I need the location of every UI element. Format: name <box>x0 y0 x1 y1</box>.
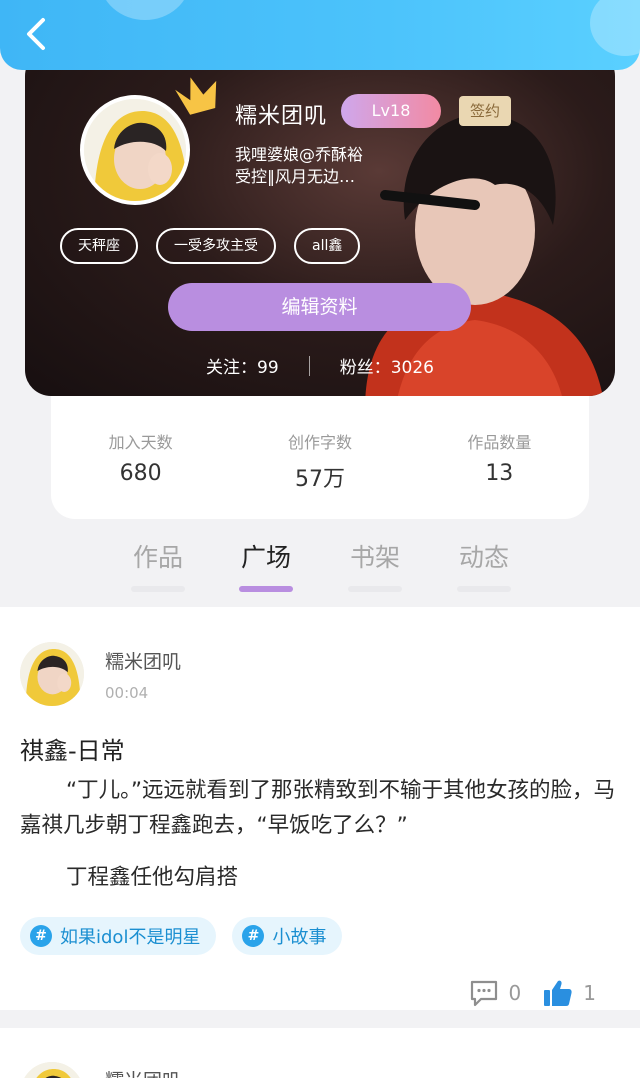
post-author[interactable]: 糯米团叽 <box>105 1066 181 1078</box>
bio-line: 我哩婆娘@乔酥裕 <box>235 145 364 164</box>
tab-label: 动态 <box>458 543 509 572</box>
post-author[interactable]: 糯米团叽 <box>105 647 181 674</box>
avatar[interactable] <box>20 642 84 706</box>
stat-value: 13 <box>485 461 514 486</box>
topic-label: 如果idol不是明星 <box>60 927 201 948</box>
post-body: “丁儿。”远远就看到了那张精致到不输于其他女孩的脸，马嘉祺几步朝丁程鑫跑去，“早… <box>20 778 616 838</box>
decor-bubble <box>590 0 640 56</box>
profile-header-card: 糯米团叽 Lv18 签约 我哩婆娘@乔酥裕 受控‖风月无边… 天秤座 一受多攻主… <box>25 50 615 396</box>
following-count[interactable]: 关注：99 <box>206 353 279 378</box>
tab-square[interactable]: 广场 <box>226 538 306 592</box>
profile-tabs: 作品 广场 书架 动态 <box>0 538 640 598</box>
stat-label: 作品数量 <box>467 433 532 452</box>
fans-count[interactable]: 粉丝：3026 <box>340 353 434 378</box>
profile-tag[interactable]: 天秤座 <box>60 228 138 264</box>
post-actions: 0 1 <box>469 979 596 1007</box>
bio-line: 受控‖风月无边… <box>235 167 356 186</box>
post-body-continued: 丁程鑫任他勾肩搭 <box>66 865 239 890</box>
hashtag-icon: # <box>30 925 52 947</box>
crown-icon <box>175 77 217 115</box>
stat-works-count: 作品数量 13 <box>410 429 589 519</box>
tab-indicator <box>131 586 185 592</box>
profile-tag[interactable]: all鑫 <box>294 228 361 264</box>
post-card[interactable]: 糯米团叽 00:04 祺鑫-日常 “丁儿。”远远就看到了那张精致到不输于其他女孩… <box>0 607 640 1010</box>
level-badge: Lv18 <box>341 94 441 128</box>
profile-tag[interactable]: 一受多攻主受 <box>156 228 276 264</box>
edit-profile-button[interactable]: 编辑资料 <box>168 283 471 331</box>
post-title: 祺鑫-日常 <box>20 737 125 765</box>
tab-label: 作品 <box>132 543 183 572</box>
avatar[interactable] <box>20 1062 84 1078</box>
profile-tags: 天秤座 一受多攻主受 all鑫 <box>60 228 361 264</box>
stat-value: 680 <box>119 461 162 486</box>
stat-value: 57万 <box>294 467 345 492</box>
signed-badge: 签约 <box>459 96 511 126</box>
hashtag-icon: # <box>242 925 265 947</box>
tab-indicator <box>239 586 293 592</box>
fans-label: 粉丝： <box>339 358 391 378</box>
tab-indicator <box>348 586 402 592</box>
decor-bubble <box>100 0 190 20</box>
post-topics: # 如果idol不是明星 # 小故事 <box>20 917 343 955</box>
follow-stats: 关注：99 粉丝：3026 <box>25 353 615 378</box>
post-card[interactable]: 糯米团叽 <box>0 1028 640 1078</box>
fans-value: 3026 <box>390 358 434 378</box>
tab-indicator <box>457 586 511 592</box>
tab-label: 书架 <box>349 543 400 572</box>
tab-activity[interactable]: 动态 <box>444 538 524 592</box>
topic-chip[interactable]: # 如果idol不是明星 <box>20 917 217 955</box>
stat-word-count: 创作字数 57万 <box>230 429 409 519</box>
like-count: 1 <box>583 981 596 1005</box>
thumbs-up-icon <box>544 980 572 1006</box>
profile-nickname: 糯米团叽 <box>235 104 328 129</box>
post-timestamp: 00:04 <box>105 684 149 702</box>
back-button[interactable] <box>16 12 56 56</box>
topic-chip[interactable]: # 小故事 <box>232 917 343 955</box>
comment-count: 0 <box>508 981 522 1005</box>
top-bar <box>0 0 640 70</box>
stat-label: 创作字数 <box>287 433 352 452</box>
chevron-left-icon <box>27 18 45 50</box>
stat-label: 加入天数 <box>108 433 173 452</box>
topic-label: 小故事 <box>272 927 327 948</box>
divider <box>308 355 310 376</box>
tab-bookshelf[interactable]: 书架 <box>335 538 415 592</box>
comment-icon <box>470 980 497 1007</box>
avatar-image <box>20 642 84 706</box>
profile-bio: 我哩婆娘@乔酥裕 受控‖风月无边… <box>235 144 435 188</box>
following-value: 99 <box>257 358 279 378</box>
comment-button[interactable]: 0 <box>469 979 522 1007</box>
like-button[interactable]: 1 <box>543 979 596 1007</box>
tab-works[interactable]: 作品 <box>118 538 198 592</box>
tab-label: 广场 <box>240 543 291 572</box>
avatar-image <box>20 1062 84 1078</box>
stat-join-days: 加入天数 680 <box>51 429 230 519</box>
following-label: 关注： <box>206 358 258 378</box>
stats-card: 加入天数 680 创作字数 57万 作品数量 13 <box>51 385 589 519</box>
